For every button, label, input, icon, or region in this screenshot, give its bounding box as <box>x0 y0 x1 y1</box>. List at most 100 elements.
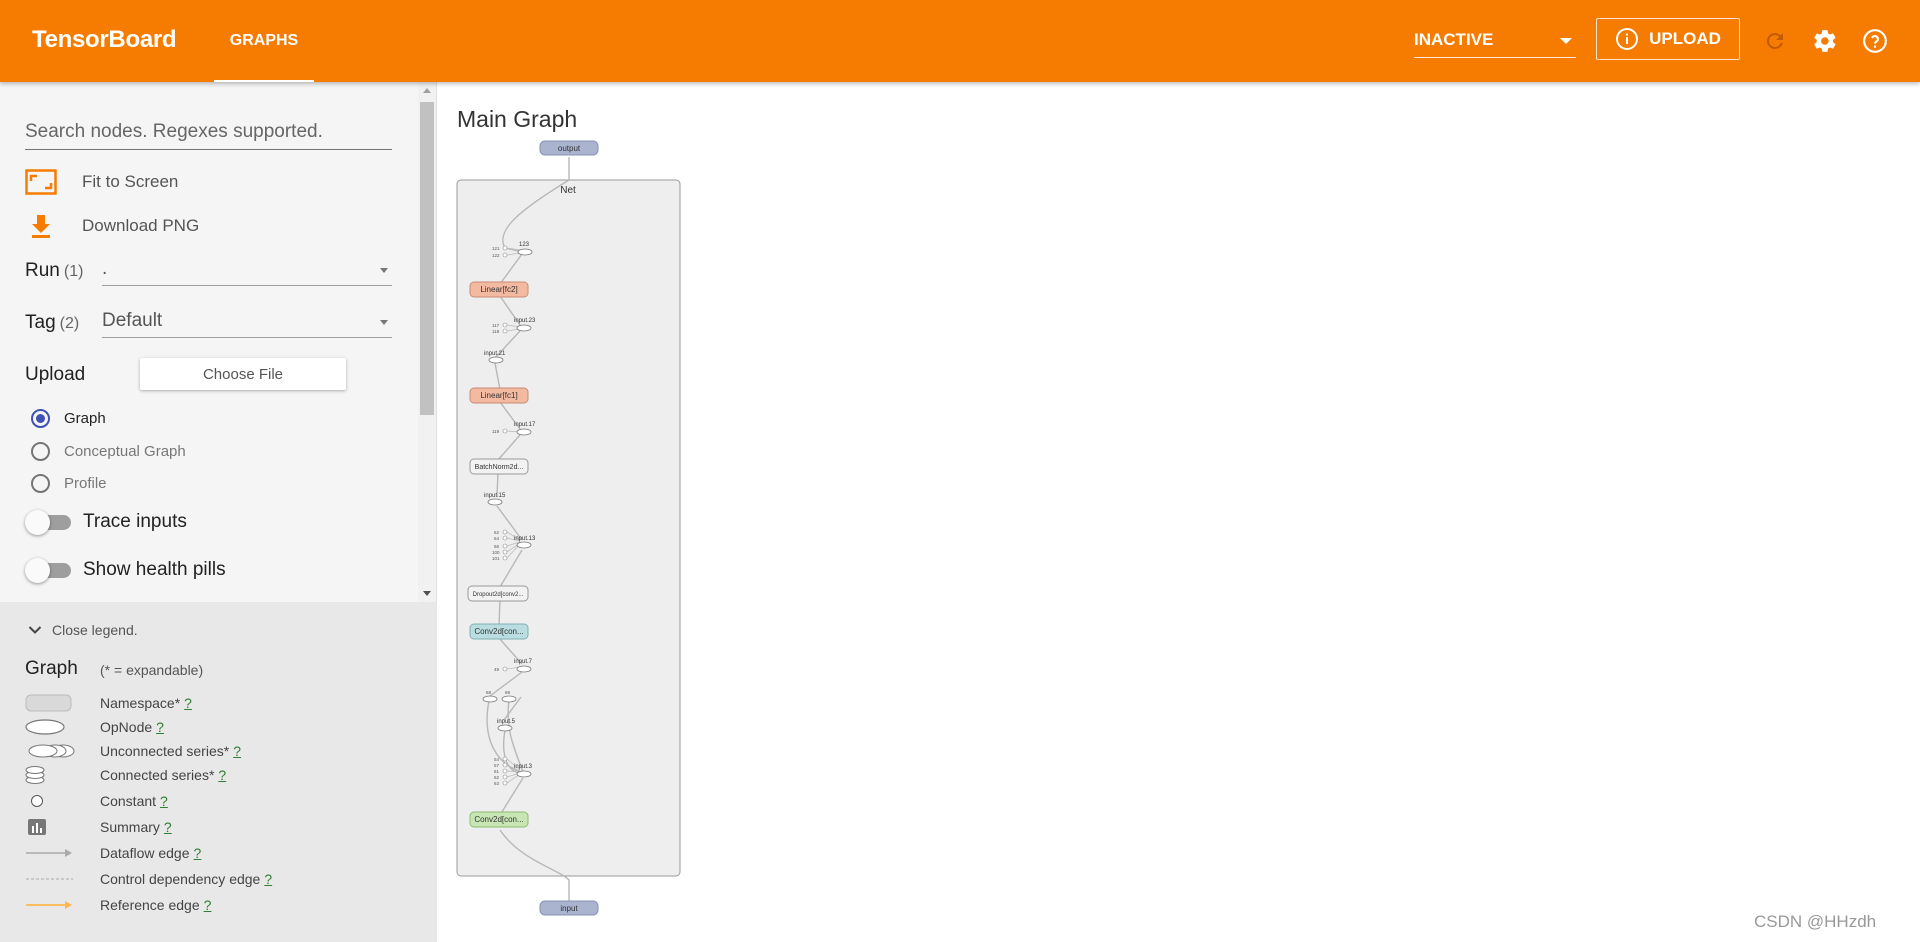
radio-button[interactable] <box>31 474 50 493</box>
graph-canvas[interactable]: Net output input Linear[fc2] Linear[fc1]… <box>440 130 700 930</box>
radio-profile[interactable]: Profile <box>31 474 107 493</box>
legend-item-label: Unconnected series* <box>100 743 230 759</box>
op-label: 123 <box>519 242 530 248</box>
run-select-value: . <box>102 258 108 279</box>
module-label: Linear[fc1] <box>480 391 517 400</box>
show-health-pills-label: Show health pills <box>83 559 226 580</box>
op-label: input.13 <box>514 536 536 542</box>
sidebar-scrollbar[interactable] <box>418 82 436 602</box>
constant-node <box>502 774 508 780</box>
gear-icon[interactable] <box>1812 28 1838 54</box>
op-node[interactable] <box>501 695 517 703</box>
download-png-label: Download PNG <box>82 216 200 235</box>
legend-item: Reference edge? <box>25 894 211 916</box>
download-png-button[interactable]: Download PNG <box>25 212 199 240</box>
summary-icon <box>25 816 100 838</box>
scroll-down-icon[interactable] <box>423 591 431 596</box>
op-node[interactable] <box>488 356 504 364</box>
legend-item: Dataflow edge? <box>25 842 201 864</box>
legend-item: Constant? <box>25 790 168 812</box>
fit-to-screen-label: Fit to Screen <box>82 172 179 191</box>
legend-help-link[interactable]: ? <box>218 767 226 783</box>
tag-select[interactable]: Default <box>102 306 392 338</box>
control-edge-icon <box>25 868 100 890</box>
legend-item: Unconnected series*? <box>25 740 241 762</box>
constant-node <box>502 768 508 774</box>
search-input[interactable] <box>25 114 392 150</box>
op-node[interactable] <box>516 428 532 436</box>
radio-conceptual-graph-label: Conceptual Graph <box>64 443 186 460</box>
radio-button-checked[interactable] <box>31 409 50 428</box>
radio-button[interactable] <box>31 442 50 461</box>
constant-node <box>502 780 508 786</box>
legend-help-link[interactable]: ? <box>156 719 164 735</box>
op-node[interactable] <box>482 695 498 703</box>
op-node[interactable] <box>517 248 533 256</box>
tag-label-text: Tag <box>25 312 56 333</box>
run-status-value: INACTIVE <box>1414 30 1494 49</box>
connected-series-icon <box>25 764 100 786</box>
run-select[interactable]: . <box>102 254 392 286</box>
trace-inputs-label: Trace inputs <box>83 511 187 532</box>
op-node[interactable] <box>516 770 532 778</box>
fit-to-screen-button[interactable]: Fit to Screen <box>25 168 178 196</box>
op-label: input.15 <box>484 493 506 499</box>
legend-title: Graph <box>25 658 78 679</box>
module-label: Dropout2d[conv2... <box>473 592 524 598</box>
constant-label: 119 <box>492 429 500 434</box>
constant-label: 54 <box>494 757 500 762</box>
legend-help-link[interactable]: ? <box>164 819 172 835</box>
op-label: input.3 <box>514 764 533 770</box>
op-label: input.7 <box>514 659 533 665</box>
legend-panel: Close legend. Graph (* = expandable) Nam… <box>0 602 437 942</box>
legend-help-link[interactable]: ? <box>204 897 212 913</box>
legend-subtitle: (* = expandable) <box>100 662 204 678</box>
legend-help-link[interactable]: ? <box>184 695 192 711</box>
run-status-dropdown[interactable]: INACTIVE <box>1414 28 1576 58</box>
scroll-up-icon[interactable] <box>423 88 431 93</box>
upload-button[interactable]: UPLOAD <box>1596 18 1740 60</box>
tag-label: Tag (2) <box>25 312 79 334</box>
tab-graphs[interactable]: GRAPHS <box>214 0 314 82</box>
radio-conceptual-graph[interactable]: Conceptual Graph <box>31 442 186 461</box>
constant-label: 62 <box>494 530 500 535</box>
reload-icon[interactable] <box>1762 28 1788 54</box>
upload-label: Upload <box>25 364 86 385</box>
trace-inputs-toggle[interactable] <box>25 509 71 535</box>
constant-label: 63 <box>494 781 500 786</box>
legend-help-link[interactable]: ? <box>233 743 241 759</box>
scrollbar-thumb[interactable] <box>420 102 434 415</box>
namespace-icon <box>25 692 100 714</box>
legend-item-label: OpNode <box>100 719 153 735</box>
constant-node <box>502 529 508 535</box>
radio-graph[interactable]: Graph <box>31 409 106 428</box>
constant-label: 57 <box>494 763 500 768</box>
help-icon[interactable] <box>1862 28 1888 54</box>
op-node[interactable] <box>487 498 503 506</box>
choose-file-button[interactable]: Choose File <box>140 358 346 390</box>
app-title: TensorBoard <box>32 26 177 53</box>
legend-item: Namespace*? <box>25 692 192 714</box>
legend-help-link[interactable]: ? <box>194 845 202 861</box>
constant-node <box>502 543 508 549</box>
radio-profile-label: Profile <box>64 475 107 492</box>
op-label: input.21 <box>484 351 506 357</box>
legend-item: Connected series*? <box>25 764 226 786</box>
op-label: input.5 <box>497 719 516 725</box>
constant-label: 117 <box>492 323 500 328</box>
upload-button-label: UPLOAD <box>1649 29 1721 48</box>
constant-node <box>502 428 508 434</box>
fit-screen-icon <box>25 168 57 196</box>
constant-label: 49 <box>494 667 500 672</box>
op-node[interactable] <box>516 665 532 673</box>
legend-item-label: Control dependency edge <box>100 871 261 887</box>
op-node[interactable] <box>516 324 532 332</box>
close-legend-toggle[interactable]: Close legend. <box>28 622 138 638</box>
constant-node <box>502 762 508 768</box>
constant-label: 64 <box>494 536 500 541</box>
show-health-pills-toggle[interactable] <box>25 557 71 583</box>
op-node[interactable] <box>497 724 513 732</box>
legend-help-link[interactable]: ? <box>160 793 168 809</box>
op-node[interactable] <box>516 541 532 549</box>
legend-help-link[interactable]: ? <box>264 871 272 887</box>
